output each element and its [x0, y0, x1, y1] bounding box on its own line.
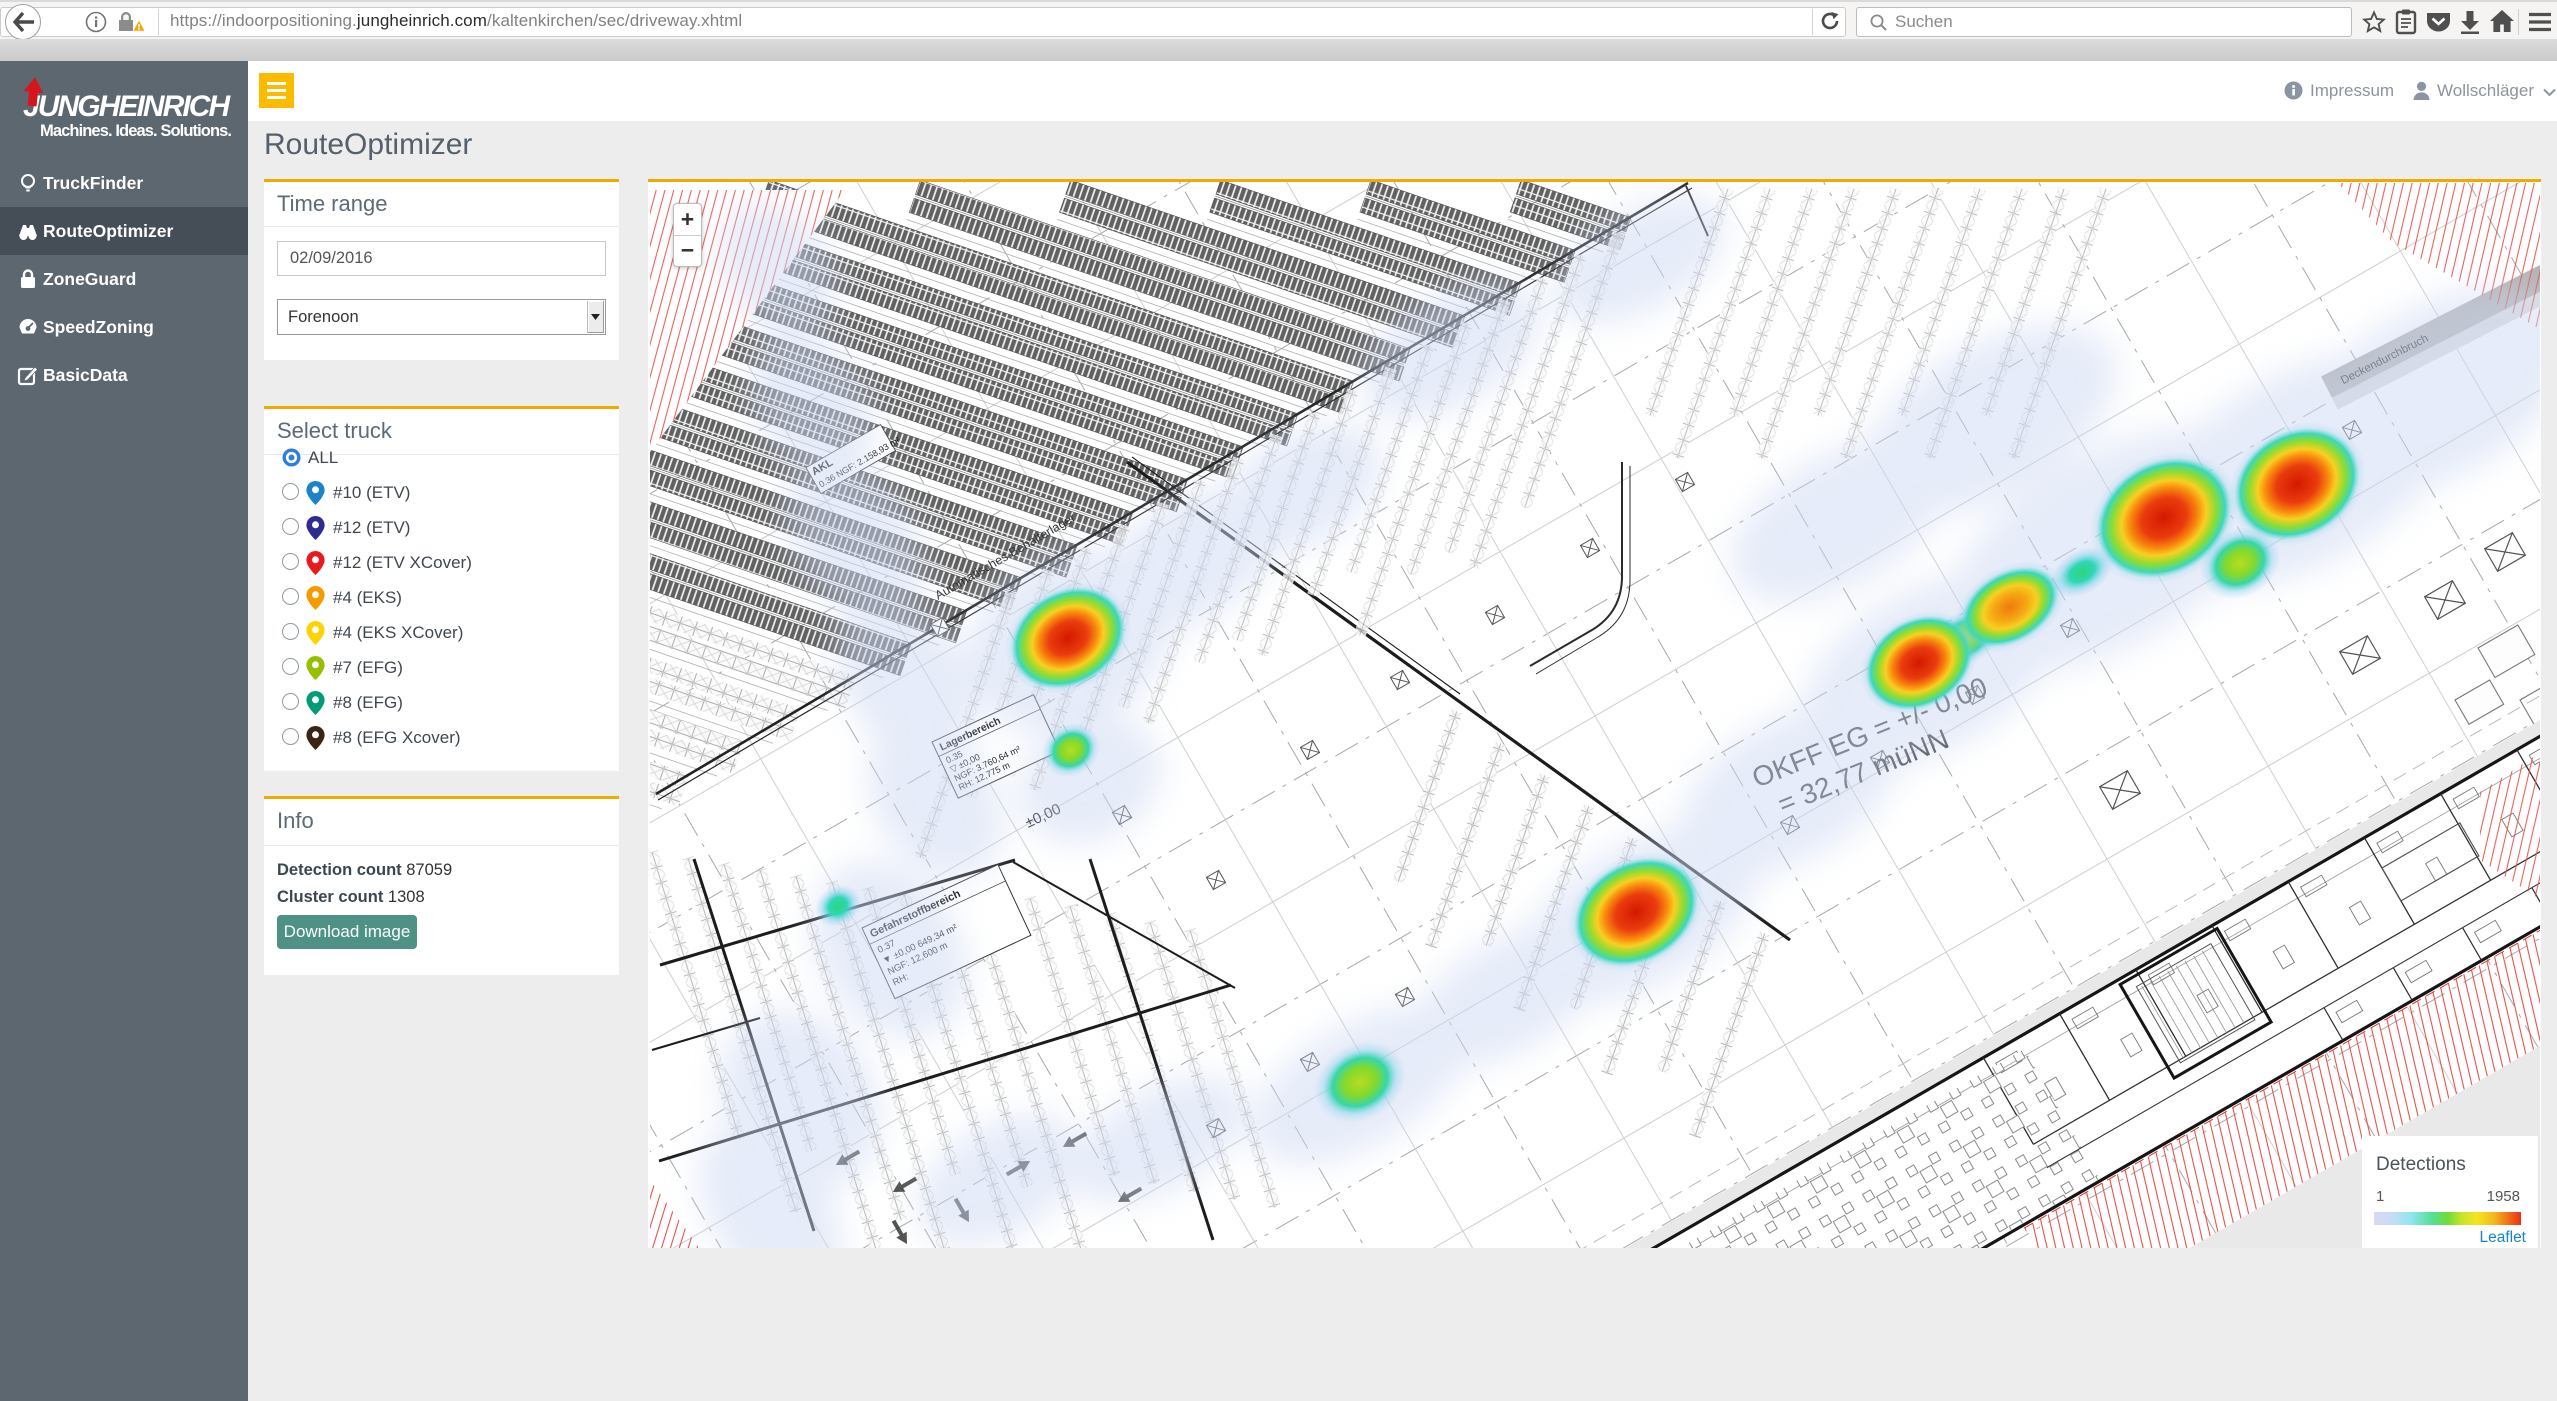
svg-text:JUNGHEINRICH: JUNGHEINRICH — [23, 90, 232, 123]
svg-text:Machines. Ideas. Solutions.: Machines. Ideas. Solutions. — [40, 122, 232, 140]
